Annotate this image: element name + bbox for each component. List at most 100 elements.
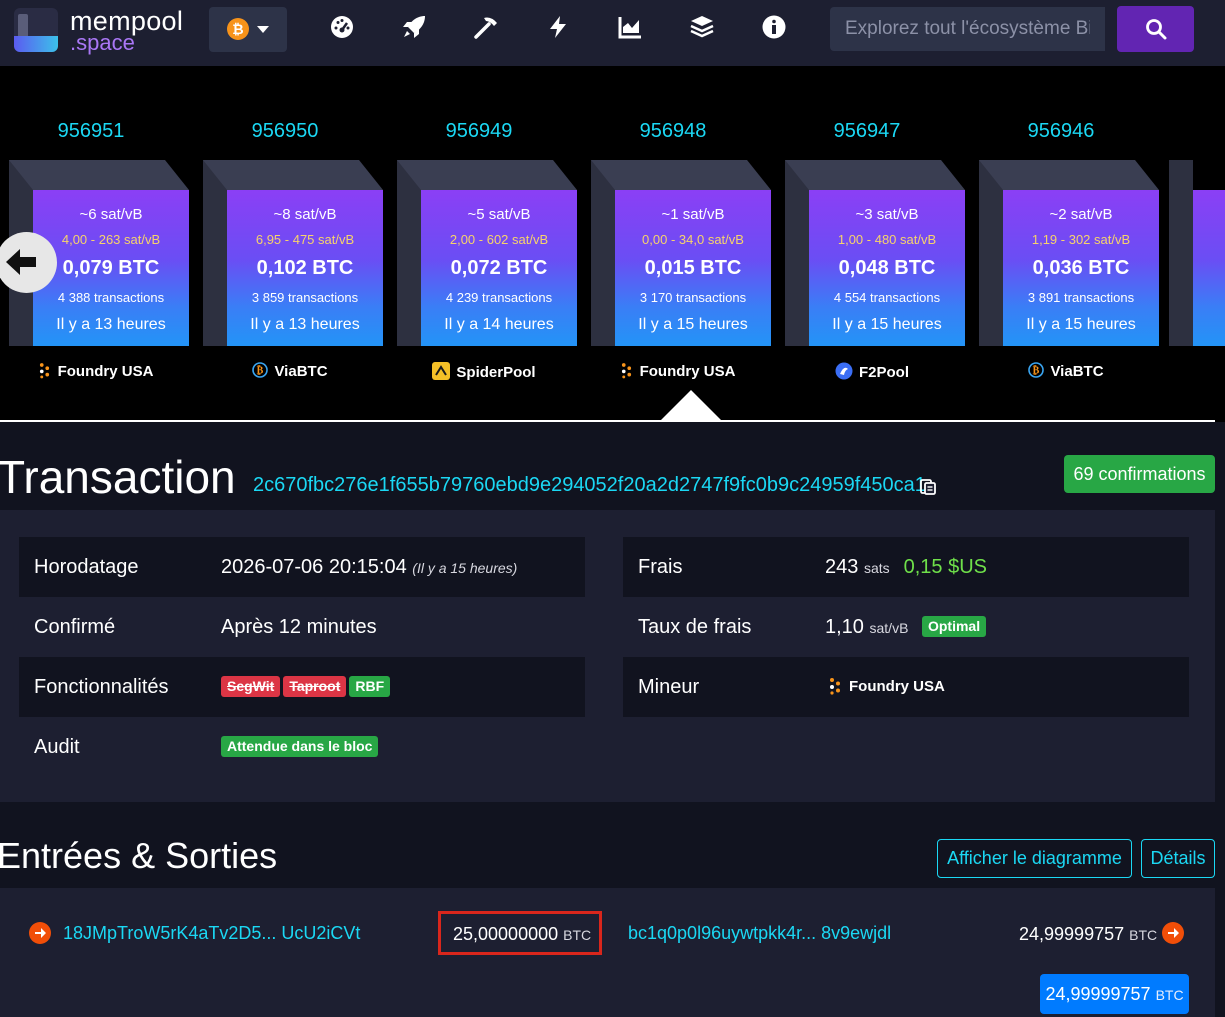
block-height-link[interactable]: 956950 [195,120,375,143]
layers-icon[interactable] [689,14,715,40]
feerate-label: Taux de frais [638,616,752,638]
block-time-ago: Il y a 15 heures [1026,316,1136,333]
block-pool-link[interactable]: F2Pool [777,362,967,381]
confirmed-row: Confirmé Après 12 minutes [19,597,585,657]
total-amount-button[interactable]: 24,99999757 BTC [1040,974,1189,1014]
total-amount-value: 24,99999757 [1045,984,1151,1004]
input-address-link[interactable]: 18JMpTroW5rK4aTv2D5... UcU2iCVt [63,923,360,944]
miner-value[interactable]: Foundry USA [829,657,945,717]
fee-usd: 0,15 $US [903,556,988,578]
show-diagram-button[interactable]: Afficher le diagramme [937,839,1132,878]
block-height-link[interactable]: 956947 [777,120,957,143]
block-pool-link[interactable]: Foundry USA [583,362,773,380]
block-height-link[interactable]: 956946 [971,120,1151,143]
block-cube-face[interactable]: ~2 sat/vB 1,19 - 302 sat/vB 0,036 BTC 3 891… [1003,190,1159,346]
block-item[interactable]: 956950 ~8 sat/vB 6,95 - 475 sat/vB 0,102 BT… [195,66,383,396]
search-icon [1146,19,1167,40]
block-cube-top [397,160,577,190]
block-pool-name: SpiderPool [456,364,536,381]
feerate-row: Taux de frais 1,10 sat/vB Optimal [623,597,1189,657]
block-tx-count: 4 239 transactions [445,290,553,305]
block-time-ago: Il y a 14 heures [444,316,554,333]
audit-badge: Attendue dans le bloc [221,736,379,757]
search-button[interactable] [1117,6,1194,52]
block-cube-face[interactable]: ~3 sat/vB 1,00 - 480 sat/vB 0,048 BTC 4 554… [809,190,965,346]
timestamp-row: Horodatage 2026-07-06 20:15:04 (Il y a 1… [19,537,585,597]
dashboard-icon[interactable] [329,14,355,40]
feerate-value: 1,10 sat/vB Optimal [825,597,989,658]
segwit-badge[interactable]: SegWit [221,676,281,697]
block-height-link[interactable]: 956949 [389,120,569,143]
fee-amount: 243 [825,556,859,578]
block-pool-link[interactable]: ₿ ViaBTC [971,362,1161,380]
viabtc-icon: ₿ [252,362,274,380]
fee-label: Frais [638,556,683,578]
block-pool-name: Foundry USA [639,363,736,380]
output-address-link[interactable]: bc1q0p0l96uywtpkk4r... 8v9ewjdl [628,923,891,944]
arrow-left-icon [6,249,36,275]
block-fee-range: 1,00 - 480 sat/vB [837,232,937,247]
graphs-icon[interactable] [617,14,643,40]
block-height-link[interactable]: 956951 [1,120,181,143]
block-height-link[interactable]: 956948 [583,120,763,143]
block-partial[interactable] [1193,190,1225,346]
foundry-icon [830,678,840,695]
block-item[interactable]: 956947 ~3 sat/vB 1,00 - 480 sat/vB 0,048 BT… [777,66,965,396]
block-median-fee: ~6 sat/vB [79,206,143,223]
timestamp-date: 2026-07-06 20:15:04 [221,556,407,578]
miner-name: Foundry USA [849,678,945,695]
rocket-icon[interactable] [401,14,427,40]
features-value: SegWit Taproot RBF [221,657,393,717]
block-time-ago: Il y a 15 heures [832,316,942,333]
block-pool-link[interactable]: ₿ ViaBTC [195,362,385,380]
block-median-fee: ~5 sat/vB [467,206,531,223]
details-button[interactable]: Détails [1141,839,1215,878]
output-arrow-icon[interactable] [1162,922,1184,944]
info-icon[interactable] [761,14,787,40]
fee-unit: sats [863,560,890,576]
copy-icon[interactable] [919,477,937,495]
block-total-btc: 0,048 BTC [838,257,936,279]
page-title: Transaction [0,451,236,503]
transaction-details: Horodatage 2026-07-06 20:15:04 (Il y a 1… [0,510,1215,802]
block-median-fee: ~3 sat/vB [855,206,919,223]
block-median-fee: ~8 sat/vB [273,206,337,223]
network-selector-button[interactable]: ₿ [209,7,287,52]
block-total-btc: 0,102 BTC [256,257,354,279]
lightning-icon[interactable] [545,14,571,40]
block-fee-range: 2,00 - 602 sat/vB [449,232,549,247]
foundry-icon [39,363,58,380]
block-cube-face[interactable]: ~1 sat/vB 0,00 - 34,0 sat/vB 0,015 BTC 3 17… [615,190,771,346]
txid-link[interactable]: 2c670fbc276e1f655b79760ebd9e294052f20a2d… [253,474,926,497]
search-input[interactable] [830,7,1105,51]
mining-icon[interactable] [473,14,499,40]
mempool-logo[interactable]: mempool .space [12,6,192,55]
block-fee-range: 6,95 - 475 sat/vB [255,232,355,247]
block-cube-face[interactable]: ~8 sat/vB 6,95 - 475 sat/vB 0,102 BTC 3 859… [227,190,383,346]
block-item[interactable]: 956949 ~5 sat/vB 2,00 - 602 sat/vB 0,072 BT… [389,66,577,396]
block-fee-range: 1,19 - 302 sat/vB [1031,232,1131,247]
chevron-down-icon [257,26,269,33]
io-panel [0,888,1215,1017]
block-cube-face[interactable]: ~5 sat/vB 2,00 - 602 sat/vB 0,072 BTC 4 239… [421,190,577,346]
block-pool-link[interactable]: Foundry USA [1,362,191,380]
selected-block-pointer [660,390,722,421]
top-navbar: mempool .space ₿ [0,0,1225,66]
block-tx-count: 3 859 transactions [251,290,359,305]
output-amount: 24,99999757 BTC [1019,924,1157,945]
highlight-annotation [438,911,602,955]
svg-text:₿: ₿ [1033,365,1040,377]
taproot-badge[interactable]: Taproot [283,676,347,697]
block-item[interactable]: 956946 ~2 sat/vB 1,19 - 302 sat/vB 0,036 BT… [971,66,1159,396]
block-cube-top [979,160,1159,190]
rbf-badge[interactable]: RBF [349,676,391,697]
logo-mark-icon [14,8,58,52]
svg-text:₿: ₿ [257,365,264,377]
arrow-right-icon [1168,928,1179,938]
block-item[interactable]: 956951 ~6 sat/vB 4,00 - 263 sat/vB 0,079 BT… [1,66,189,396]
block-pool-name: F2Pool [858,364,909,381]
block-item[interactable]: 956948 ~1 sat/vB 0,00 - 34,0 sat/vB 0,015 B… [583,66,771,396]
audit-label: Audit [34,736,80,758]
input-arrow-icon[interactable] [29,922,51,944]
block-pool-link[interactable]: SpiderPool [389,362,579,381]
